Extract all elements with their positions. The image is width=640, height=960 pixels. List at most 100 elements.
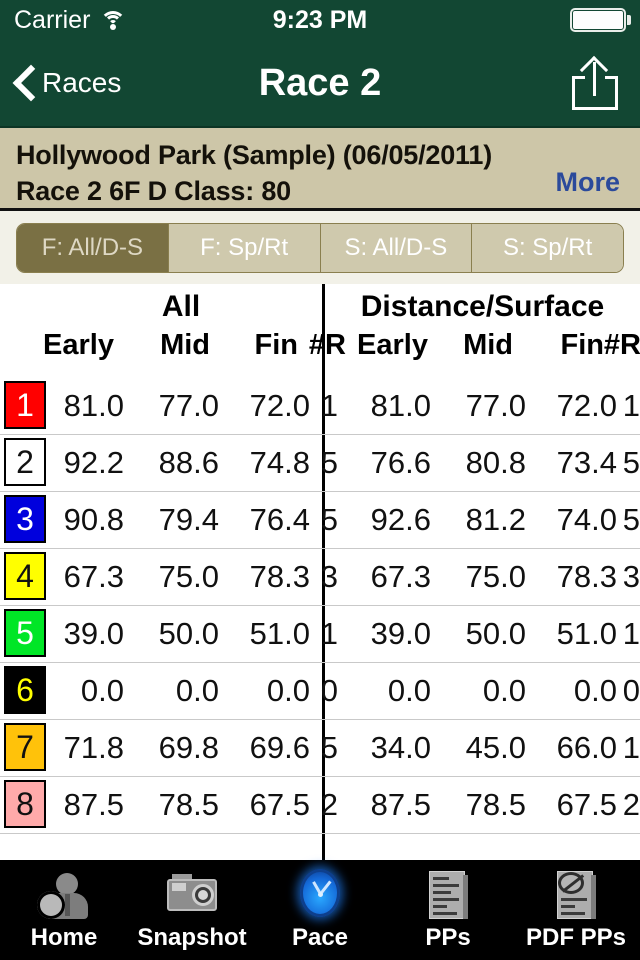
cell-all-mid: 69.8: [158, 730, 219, 765]
cell-all-numr: 1: [320, 616, 338, 651]
cell-ds-mid: 75.0: [465, 559, 526, 594]
segment-2[interactable]: S: All/D-S: [320, 223, 473, 272]
pdf-document-icon: [548, 869, 604, 921]
table-body: 1 81.0 77.0 72.0 1 81.0 77.0 72.0 1 2 92.2 88.6 74.8…: [0, 378, 640, 834]
track-date-label: Hollywood Park (Sample) (06/05/2011): [16, 140, 492, 170]
back-button-label: Races: [42, 67, 122, 98]
table-row[interactable]: 8 87.5 78.5 67.5 2 87.5 78.5 67.5 2: [0, 777, 640, 834]
cell-ds-numr: 5: [622, 502, 640, 537]
table-row[interactable]: 6 0.0 0.0 0.0 0 0.0 0.0 0.0 0: [0, 663, 640, 720]
column-group-distance-surface: Distance/Surface: [360, 290, 605, 323]
camera-icon: [164, 869, 220, 921]
cell-all-early: 39.0: [63, 616, 124, 651]
cell-all-early: 92.2: [63, 445, 124, 480]
cell-ds-mid: 45.0: [465, 730, 526, 765]
segment-1[interactable]: F: Sp/Rt: [168, 223, 321, 272]
cell-all-early: 87.5: [63, 787, 124, 822]
table-row[interactable]: 7 71.8 69.8 69.6 5 34.0 45.0 66.0 1: [0, 720, 640, 777]
tab-item-pace[interactable]: Pace: [256, 860, 384, 960]
cell-ds-numr: 1: [622, 730, 640, 765]
cell-all-early: 81.0: [63, 388, 124, 423]
share-icon[interactable]: [572, 55, 618, 110]
cell-all-early: 0.0: [80, 673, 124, 708]
cell-ds-early: 39.0: [370, 616, 431, 651]
cell-ds-early: 0.0: [387, 673, 431, 708]
table-header: All Distance/Surface Early Early Mid Mid Fin Fi…: [0, 284, 640, 378]
column-header-ds-early: Early: [357, 329, 428, 361]
cell-all-numr: 2: [320, 787, 338, 822]
wifi-icon: [100, 10, 127, 30]
tab-item-pdf-pps[interactable]: PDF PPs: [512, 860, 640, 960]
cell-ds-early: 34.0: [370, 730, 431, 765]
cell-all-early: 90.8: [63, 502, 124, 537]
cell-ds-numr: 0: [622, 673, 640, 708]
pace-figures-table: All Distance/Surface Early Early Mid Mid Fin Fi…: [0, 284, 640, 860]
cell-all-mid: 78.5: [158, 787, 219, 822]
cell-ds-mid: 77.0: [465, 388, 526, 423]
chevron-left-icon: [14, 66, 36, 100]
tab-item-home[interactable]: Home: [0, 860, 128, 960]
segmented-control-container: F: All/D-S F: Sp/Rt S: All/D-S S: Sp/Rt: [0, 211, 640, 284]
cell-ds-early: 87.5: [370, 787, 431, 822]
cell-ds-mid: 78.5: [465, 787, 526, 822]
cell-ds-mid: 0.0: [482, 673, 526, 708]
document-icon: [420, 869, 476, 921]
navigation-bar: Races Race 2: [0, 40, 640, 128]
column-header-all-early: Early: [43, 329, 114, 361]
segment-3[interactable]: S: Sp/Rt: [472, 223, 623, 272]
segment-0[interactable]: F: All/D-S: [17, 223, 169, 272]
table-row[interactable]: 2 92.2 88.6 74.8 5 76.6 80.8 73.4 5: [0, 435, 640, 492]
back-button[interactable]: Races: [0, 66, 121, 100]
cell-all-early: 67.3: [63, 559, 124, 594]
column-header-ds-numr: #R: [603, 329, 640, 361]
cell-all-mid: 88.6: [158, 445, 219, 480]
more-button[interactable]: More: [555, 167, 620, 198]
status-bar: Carrier 9:23 PM: [0, 0, 640, 40]
column-header-all-numr: #R: [308, 329, 346, 361]
person-home-icon: [36, 869, 92, 921]
cell-ds-numr: 1: [622, 388, 640, 423]
cell-ds-numr: 1: [622, 616, 640, 651]
cell-ds-early: 67.3: [370, 559, 431, 594]
table-row[interactable]: 5 39.0 50.0 51.0 1 39.0 50.0 51.0 1: [0, 606, 640, 663]
cell-all-numr: 5: [320, 502, 338, 537]
tab-label: Pace: [291, 923, 349, 951]
carrier-label: Carrier: [14, 5, 91, 34]
table-row[interactable]: 3 90.8 79.4 76.4 5 92.6 81.2 74.0 5: [0, 492, 640, 549]
cell-all-mid: 77.0: [158, 388, 219, 423]
column-header-all-fin: Fin: [254, 329, 299, 361]
column-header-all-mid: Mid: [160, 329, 210, 361]
cell-ds-numr: 2: [622, 787, 640, 822]
clock-icon: [292, 868, 348, 921]
cell-all-numr: 5: [320, 730, 338, 765]
segmented-control[interactable]: F: All/D-S F: Sp/Rt S: All/D-S S: Sp/Rt: [16, 222, 624, 273]
cell-all-numr: 3: [320, 559, 338, 594]
tab-item-pps[interactable]: PPs: [384, 860, 512, 960]
tab-label: PPs: [425, 923, 471, 951]
cell-ds-early: 81.0: [370, 388, 431, 423]
cell-ds-early: 92.6: [370, 502, 431, 537]
tab-label: Snapshot: [137, 923, 247, 951]
app-root: Carrier 9:23 PM Races Race 2 Hollywood P…: [0, 0, 640, 960]
cell-all-numr: 5: [320, 445, 338, 480]
cell-all-mid: 79.4: [158, 502, 219, 537]
cell-all-mid: 75.0: [158, 559, 219, 594]
cell-ds-mid: 81.2: [465, 502, 526, 537]
cell-ds-numr: 5: [622, 445, 640, 480]
battery-icon: [570, 8, 631, 32]
cell-ds-mid: 80.8: [465, 445, 526, 480]
column-group-all: All: [161, 290, 201, 323]
tab-bar[interactable]: Home Snapshot Pace PPs PDF PPs: [0, 860, 640, 960]
race-info-bar: Hollywood Park (Sample) (06/05/2011) Rac…: [0, 128, 640, 211]
tab-item-snapshot[interactable]: Snapshot: [128, 860, 256, 960]
cell-ds-numr: 3: [622, 559, 640, 594]
status-bar-left: Carrier: [14, 5, 127, 35]
cell-ds-early: 76.6: [370, 445, 431, 480]
column-header-ds-mid: Mid: [463, 329, 513, 361]
cell-all-numr: 1: [320, 388, 338, 423]
tab-label: Home: [30, 923, 98, 951]
table-row[interactable]: 1 81.0 77.0 72.0 1 81.0 77.0 72.0 1: [0, 378, 640, 435]
table-row[interactable]: 4 67.3 75.0 78.3 3 67.3 75.0 78.3 3: [0, 549, 640, 606]
status-bar-right: [570, 8, 631, 32]
cell-all-early: 71.8: [63, 730, 124, 765]
